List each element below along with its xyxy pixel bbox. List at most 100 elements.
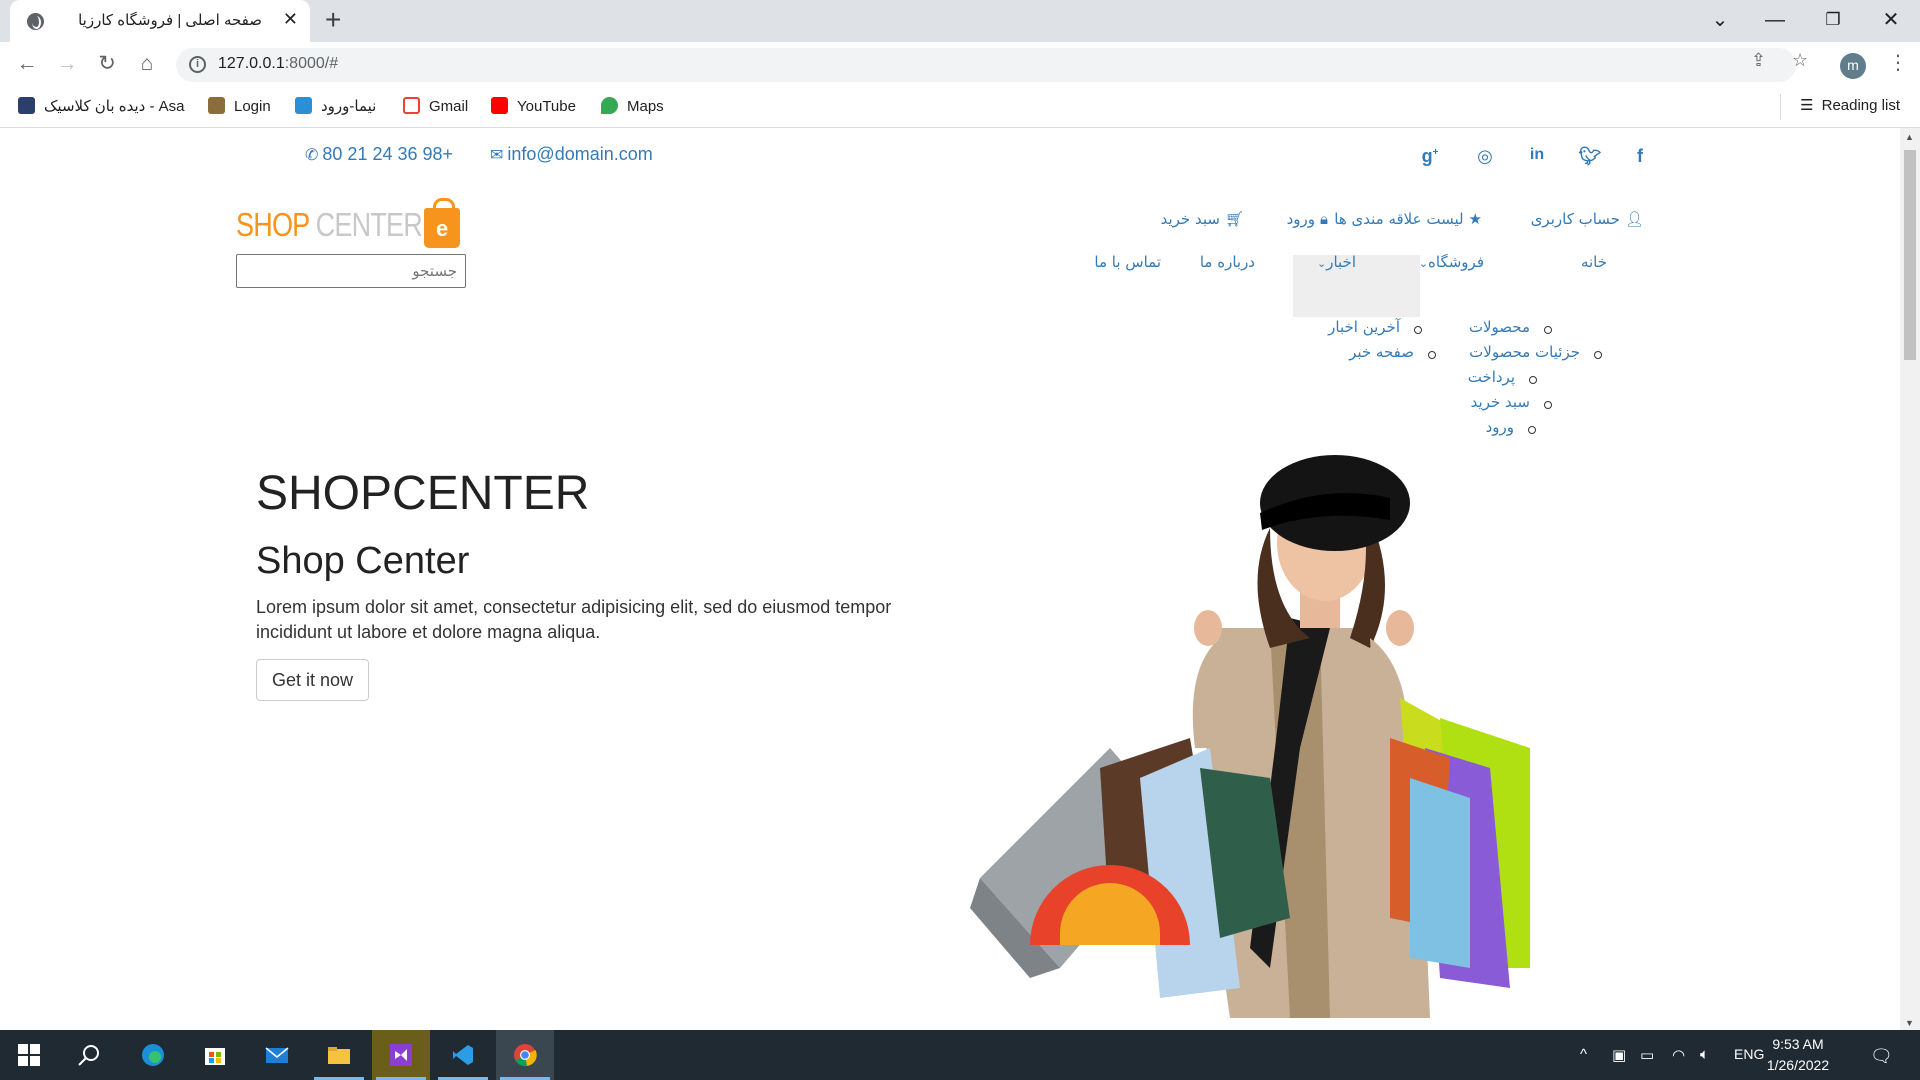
wifi-icon[interactable]: ◠ (1672, 1046, 1685, 1064)
twitter-icon[interactable]: 🐦︎ (1578, 146, 1602, 167)
vscode-icon (453, 1045, 473, 1065)
bookmark-gmail[interactable]: Gmail (403, 96, 468, 118)
submenu-item[interactable]: جزئیات محصولات (1469, 343, 1602, 361)
submenu-item[interactable]: پرداخت (1468, 368, 1538, 386)
hero-title: SHOPCENTER (256, 467, 590, 520)
google-plus-icon[interactable]: g+ (1418, 146, 1442, 167)
cart-icon: 🛒︎ (1224, 210, 1244, 228)
submenu-item[interactable]: محصولات (1469, 318, 1553, 336)
bookmark-nima[interactable]: نیما-ورود (295, 96, 376, 118)
globe-icon (27, 13, 44, 30)
menu-icon[interactable]: ⋮ (1888, 50, 1908, 75)
nima-icon (295, 97, 312, 114)
site-logo[interactable]: SHOP CENTER e (236, 198, 466, 254)
volume-icon[interactable]: 🔈︎ (1700, 1046, 1709, 1063)
nav-news[interactable]: اخبار⌄ (1317, 253, 1356, 271)
nav-home[interactable]: خانه (1581, 253, 1607, 271)
bookmarks-bar: دیده بان کلاسیک - Asa Login نیما-ورود Gm… (0, 86, 1920, 128)
chevron-down-icon: ⌄ (1418, 257, 1429, 270)
wishlist-link[interactable]: ★لیست علاقه مندی ها (1334, 210, 1482, 228)
share-icon[interactable]: ⇪ (1751, 50, 1766, 71)
site-info-icon[interactable]: i (189, 56, 206, 73)
bookmark-maps[interactable]: Maps (601, 96, 664, 118)
submenu-item[interactable]: سبد خرید (1471, 393, 1553, 411)
clock-time: 9:53 AM (1772, 1036, 1824, 1052)
battery-icon[interactable]: ▭ (1640, 1046, 1654, 1064)
tab-close-button[interactable]: ✕ (283, 9, 298, 30)
edge-icon (142, 1044, 164, 1066)
nav-about[interactable]: درباره ما (1200, 253, 1255, 271)
bookmark-login[interactable]: Login (208, 96, 271, 118)
scroll-up-icon[interactable]: ▲ (1905, 132, 1914, 142)
notifications-icon[interactable]: 🗨︎ (1870, 1046, 1893, 1067)
windows-taskbar: ^ ▣ ▭ ◠ 🔈︎ ENG 9:53 AM 1/26/2022 🗨︎ (0, 1030, 1920, 1080)
vscode-button[interactable] (434, 1030, 492, 1080)
hero-description: Lorem ipsum dolor sit amet, consectetur … (256, 597, 892, 642)
facebook-icon[interactable]: f (1628, 146, 1652, 167)
camera-icon[interactable]: ▣ (1612, 1046, 1626, 1064)
store-button[interactable] (186, 1030, 244, 1080)
close-window-button[interactable]: ✕ (1876, 5, 1906, 35)
scroll-thumb[interactable] (1904, 150, 1916, 360)
submenu-item[interactable]: ورود (1486, 418, 1537, 436)
mail-icon (265, 1047, 289, 1063)
linkedin-icon[interactable]: in (1525, 146, 1549, 164)
tab-search-icon[interactable]: ⌄ (1705, 5, 1735, 35)
maps-icon (601, 97, 618, 114)
search-button[interactable] (60, 1030, 118, 1080)
minimize-button[interactable]: — (1760, 5, 1790, 35)
chrome-button[interactable] (496, 1030, 554, 1080)
store-icon (205, 1048, 225, 1065)
active-nav-highlight (1293, 255, 1420, 317)
dribbble-icon[interactable]: ◎ (1473, 146, 1497, 167)
page-scrollbar[interactable]: ▲ ▼ (1900, 128, 1920, 1030)
reload-icon[interactable]: ↻ (94, 51, 120, 77)
lock-icon: 🔒︎ (1320, 210, 1328, 228)
logo-letter: e (436, 216, 449, 241)
logo-text: SHOP CENTER (236, 206, 423, 243)
user-icon: 👤︎ (1624, 210, 1644, 228)
star-icon: ★ (1468, 210, 1482, 228)
start-button[interactable] (0, 1030, 58, 1080)
profile-avatar[interactable]: m (1840, 53, 1866, 79)
home-icon[interactable]: ⌂ (134, 51, 160, 77)
mail-button[interactable] (248, 1030, 306, 1080)
back-icon[interactable]: ← (14, 51, 40, 77)
new-tab-button[interactable]: + (325, 4, 341, 36)
edge-button[interactable] (124, 1030, 182, 1080)
login-link[interactable]: 🔒︎ورود (1287, 210, 1328, 228)
bookmark-youtube[interactable]: YouTube (491, 96, 576, 118)
chrome-icon (514, 1044, 537, 1067)
hero-subtitle: Shop Center (256, 540, 470, 582)
bookmark-asa[interactable]: دیده بان کلاسیک - Asa (18, 96, 184, 118)
submenu-item[interactable]: صفحه خبر (1349, 343, 1436, 361)
scroll-down-icon[interactable]: ▼ (1905, 1018, 1914, 1028)
visual-studio-button[interactable] (372, 1030, 430, 1080)
reading-list-button[interactable]: ☰ Reading list (1800, 96, 1900, 114)
divider (1780, 94, 1781, 120)
login-icon (208, 97, 225, 114)
nav-shop[interactable]: فروشگاه⌄ (1419, 253, 1484, 271)
get-it-now-button[interactable]: Get it now (256, 659, 370, 701)
submenu-item[interactable]: آخرین اخبار (1328, 318, 1422, 336)
file-explorer-button[interactable] (310, 1030, 368, 1080)
address-bar[interactable]: i 127.0.0.1:8000/# (176, 48, 1796, 82)
nav-contact[interactable]: تماس با ما (1094, 253, 1161, 271)
maximize-button[interactable]: ❐ (1818, 5, 1848, 35)
system-clock[interactable]: 9:53 AM 1/26/2022 (1758, 1034, 1838, 1076)
tab-title: صفحه اصلی | فروشگاه کارزیا (78, 12, 262, 29)
browser-tab[interactable]: صفحه اصلی | فروشگاه کارزیا ✕ (10, 0, 310, 42)
search-icon (78, 1045, 99, 1066)
phone-link[interactable]: ✆ 80 21 24 36 98+ (305, 144, 453, 165)
search-input[interactable] (236, 254, 466, 288)
url-text[interactable]: 127.0.0.1:8000/# (218, 55, 338, 73)
tray-chevron-icon[interactable]: ^ (1580, 1046, 1587, 1063)
phone-icon: ✆ (305, 147, 319, 164)
email-link[interactable]: ✉ info@domain.com (490, 144, 653, 165)
bookmark-star-icon[interactable]: ☆ (1792, 50, 1808, 71)
forward-icon[interactable]: → (54, 51, 80, 77)
clock-date: 1/26/2022 (1766, 1057, 1830, 1073)
windows-icon (18, 1044, 40, 1066)
account-link[interactable]: 👤︎حساب کاربری (1531, 210, 1644, 228)
cart-link[interactable]: 🛒︎سبد خرید (1161, 210, 1244, 228)
